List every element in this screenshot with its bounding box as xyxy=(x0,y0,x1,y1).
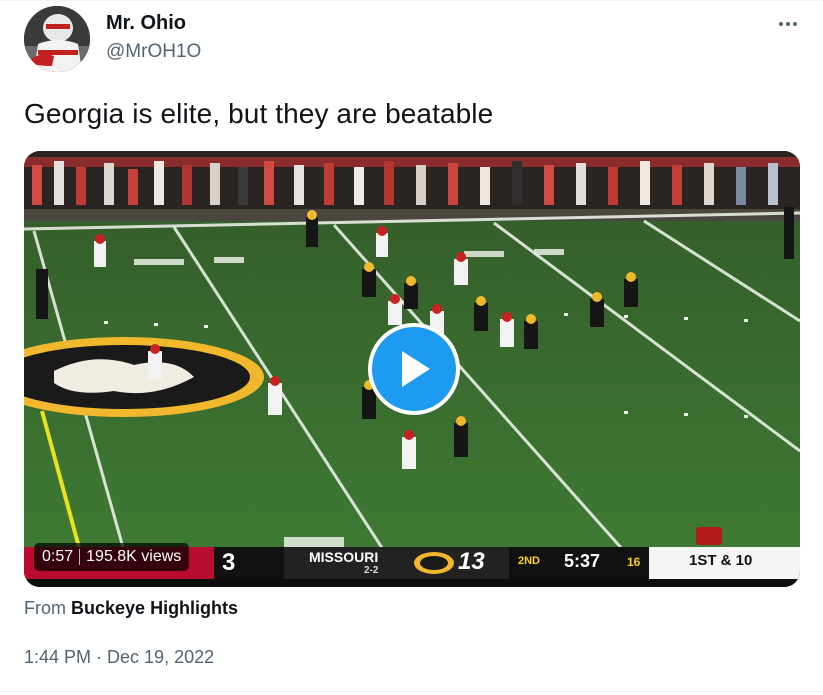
play-button[interactable] xyxy=(368,323,460,415)
more-horizontal-icon-dot xyxy=(779,22,783,26)
scorebug-team-record: 2-2 xyxy=(364,565,379,576)
scorebug-game-clock: 5:37 xyxy=(564,551,601,571)
avatar-image xyxy=(24,6,90,72)
scorebug-play-clock: 16 xyxy=(627,555,641,569)
source-account-link[interactable]: Buckeye Highlights xyxy=(71,598,238,618)
video-stats-badge: 0:57 195.8K views xyxy=(34,543,190,571)
more-horizontal-icon-dot xyxy=(793,22,797,26)
video-duration: 0:57 xyxy=(42,548,74,565)
more-options-button[interactable] xyxy=(772,12,804,36)
stats-separator xyxy=(79,549,81,565)
source-prefix: From xyxy=(24,598,66,618)
author-display-name[interactable]: Mr. Ohio xyxy=(106,12,186,35)
video-player[interactable]: 3 MISSOURI 2-2 13 2ND 5:37 16 1ST & 10 0… xyxy=(24,151,800,587)
scorebug-quarter: 2ND xyxy=(518,555,541,567)
top-divider xyxy=(0,0,823,1)
video-view-count: 195.8K views xyxy=(86,548,182,565)
scorebug-down-distance: 1ST & 10 xyxy=(689,552,753,569)
author-avatar[interactable] xyxy=(24,6,90,72)
tweet-text: Georgia is elite, but they are beatable xyxy=(24,98,494,129)
scorebug-team-name: MISSOURI xyxy=(309,549,379,565)
scorebug-right-score: 13 xyxy=(458,548,485,575)
video-source-attribution: From Buckeye Highlights xyxy=(24,598,238,619)
play-icon xyxy=(402,351,430,387)
more-horizontal-icon-dot xyxy=(786,22,790,26)
tweet-timestamp[interactable]: 1:44 PM · Dec 19, 2022 xyxy=(24,647,214,668)
scorebug-left-score: 3 xyxy=(222,549,236,576)
author-handle[interactable]: @MrOH1O xyxy=(106,41,201,63)
bottom-divider xyxy=(0,691,823,692)
